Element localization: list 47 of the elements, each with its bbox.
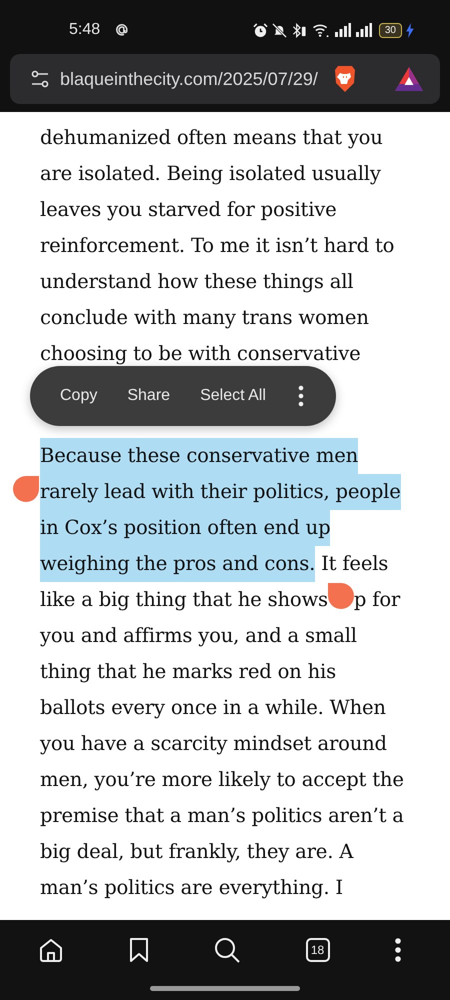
status-time: 5:48 xyxy=(69,21,100,39)
menu-item[interactable]: Share xyxy=(127,387,170,405)
article-text: thing that he marks red on his xyxy=(40,659,336,685)
bluetooth-icon xyxy=(290,22,308,38)
article-text: p for xyxy=(354,587,400,613)
menu-icon[interactable] xyxy=(394,937,402,963)
article-text: leaves you starved for positive xyxy=(40,197,337,223)
article-text: you and affirms you, and a small xyxy=(40,623,357,649)
article-text: man’s politics are everything. I xyxy=(40,875,343,901)
article-text: dehumanized often means that you xyxy=(40,125,383,151)
selected-text: rarely lead with their politics, people xyxy=(40,474,401,510)
home-icon[interactable] xyxy=(38,937,64,963)
article-text: big deal, but frankly, they are. A xyxy=(40,839,354,865)
article-text: ballots every once in a while. When xyxy=(40,695,386,721)
address-bar[interactable]: blaqueinthecity.com/2025/07/29/ xyxy=(10,54,440,104)
wifi-icon xyxy=(312,22,330,38)
selection-start-handle[interactable] xyxy=(13,476,39,502)
charging-icon xyxy=(406,22,414,38)
url-text[interactable]: blaqueinthecity.com/2025/07/29/ xyxy=(60,68,318,90)
article-text: men, you’re more likely to accept the xyxy=(40,767,404,793)
spiral-icon xyxy=(114,22,130,38)
tune-icon[interactable] xyxy=(30,69,50,89)
signal-icon xyxy=(334,23,351,37)
tab-count-button[interactable]: 18 xyxy=(306,938,330,962)
selected-text: in Cox’s position often end up xyxy=(40,510,330,546)
article-text: reinforcement. To me it isn’t hard to xyxy=(40,233,394,259)
battery-indicator: 30 xyxy=(378,22,402,38)
article-text: choosing to be with conservative xyxy=(40,341,360,367)
triangle-icon[interactable] xyxy=(394,66,424,92)
article-text: understand how these things all xyxy=(40,269,354,295)
bookmark-icon[interactable] xyxy=(128,937,148,963)
alarm-icon xyxy=(252,22,268,38)
menu-item[interactable]: Select All xyxy=(200,387,266,405)
article-text: are isolated. Being isolated usually xyxy=(40,161,381,187)
article-text: It feels xyxy=(320,551,388,577)
article-text: you have a scarcity mindset around xyxy=(40,731,387,757)
article-text: like a big thing that he shows xyxy=(40,587,328,613)
menu-item[interactable]: Copy xyxy=(60,387,98,405)
article-text: premise that a man’s politics aren’t a xyxy=(40,803,404,829)
selected-text: weighing the pros and cons. xyxy=(40,546,316,582)
selected-text: Because these conservative men xyxy=(40,438,358,474)
search-icon[interactable] xyxy=(213,936,241,964)
article-text: conclude with many trans women xyxy=(40,305,369,331)
bell-muted-icon xyxy=(272,22,287,38)
more-options-icon[interactable] xyxy=(298,385,304,407)
selection-end-handle[interactable] xyxy=(328,583,354,609)
signal-icon xyxy=(354,23,372,37)
